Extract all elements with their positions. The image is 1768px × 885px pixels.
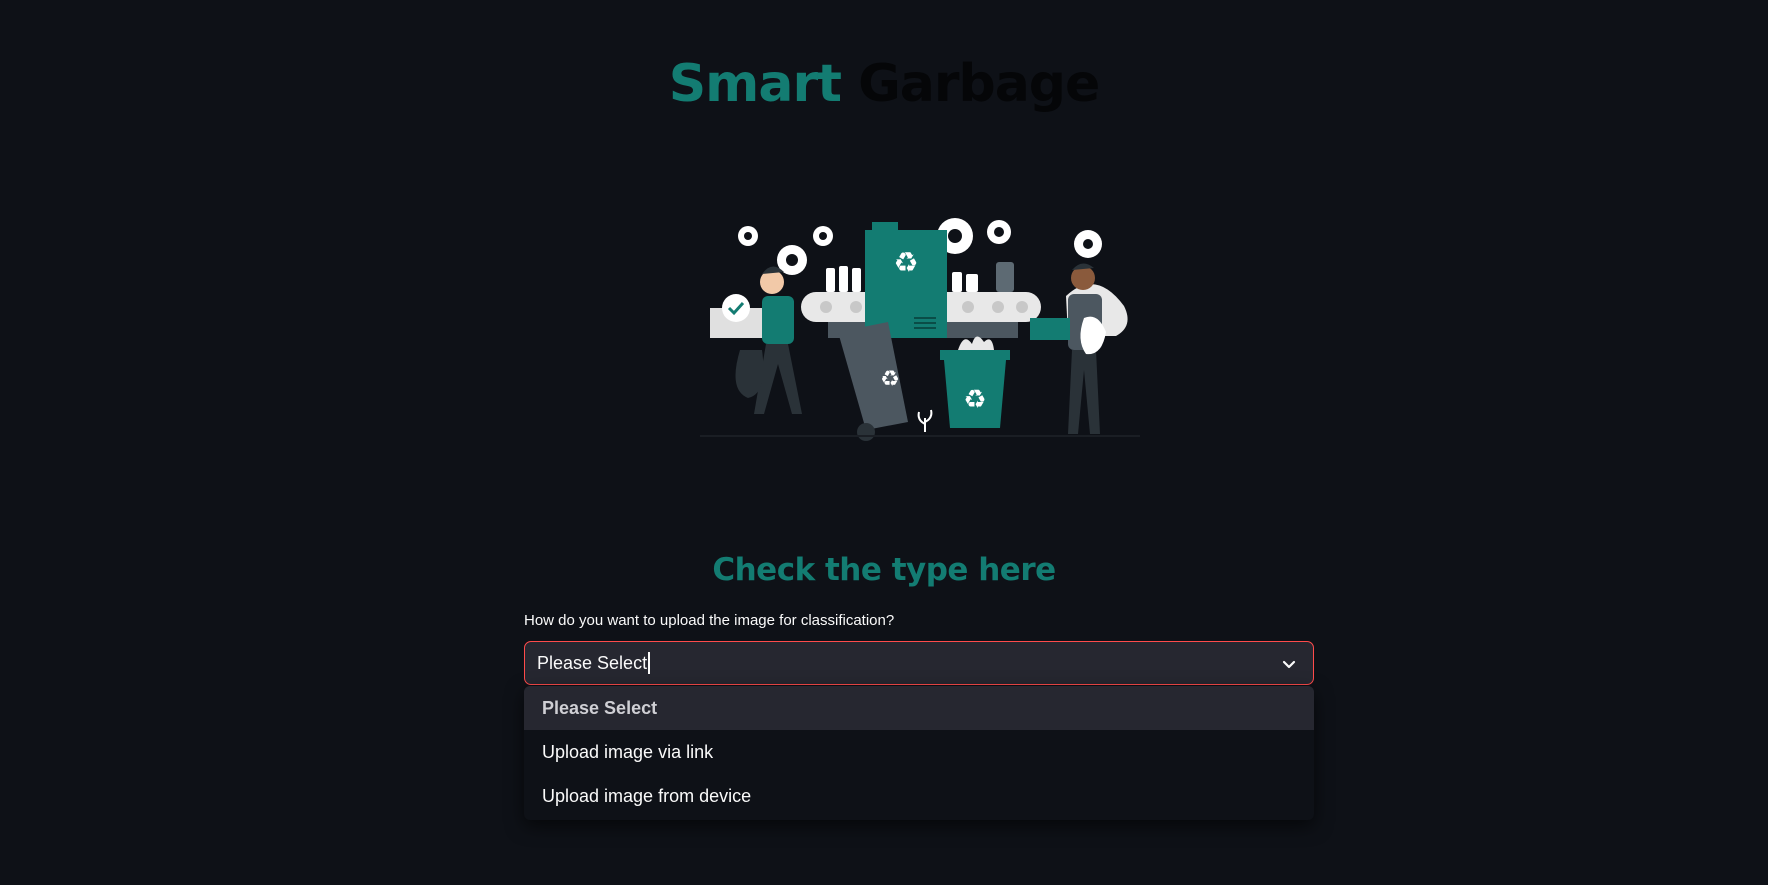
section-heading: Check the type here [712, 552, 1056, 588]
title-word-smart: Smart [668, 54, 842, 114]
select-current-value[interactable]: Please Select [537, 653, 647, 674]
svg-text:♻: ♻ [880, 367, 900, 392]
chevron-down-icon[interactable] [1279, 654, 1299, 674]
text-cursor [648, 652, 651, 674]
svg-text:♻: ♻ [963, 385, 986, 415]
svg-text:♻: ♻ [893, 246, 918, 279]
page-title: Smart Garbage [0, 54, 1768, 114]
option-upload-from-device[interactable]: Upload image from device [524, 774, 1314, 818]
title-word-garbage: Garbage [858, 54, 1100, 114]
option-please-select[interactable]: Please Select [524, 686, 1314, 730]
select-dropdown-menu: Please Select Upload image via link Uplo… [524, 686, 1314, 820]
recycling-illustration: ♻ ♻ ♻ [700, 218, 1140, 441]
upload-method-select[interactable]: Please Select [524, 641, 1314, 685]
upload-method-label: How do you want to upload the image for … [524, 612, 895, 629]
option-upload-via-link[interactable]: Upload image via link [524, 730, 1314, 774]
